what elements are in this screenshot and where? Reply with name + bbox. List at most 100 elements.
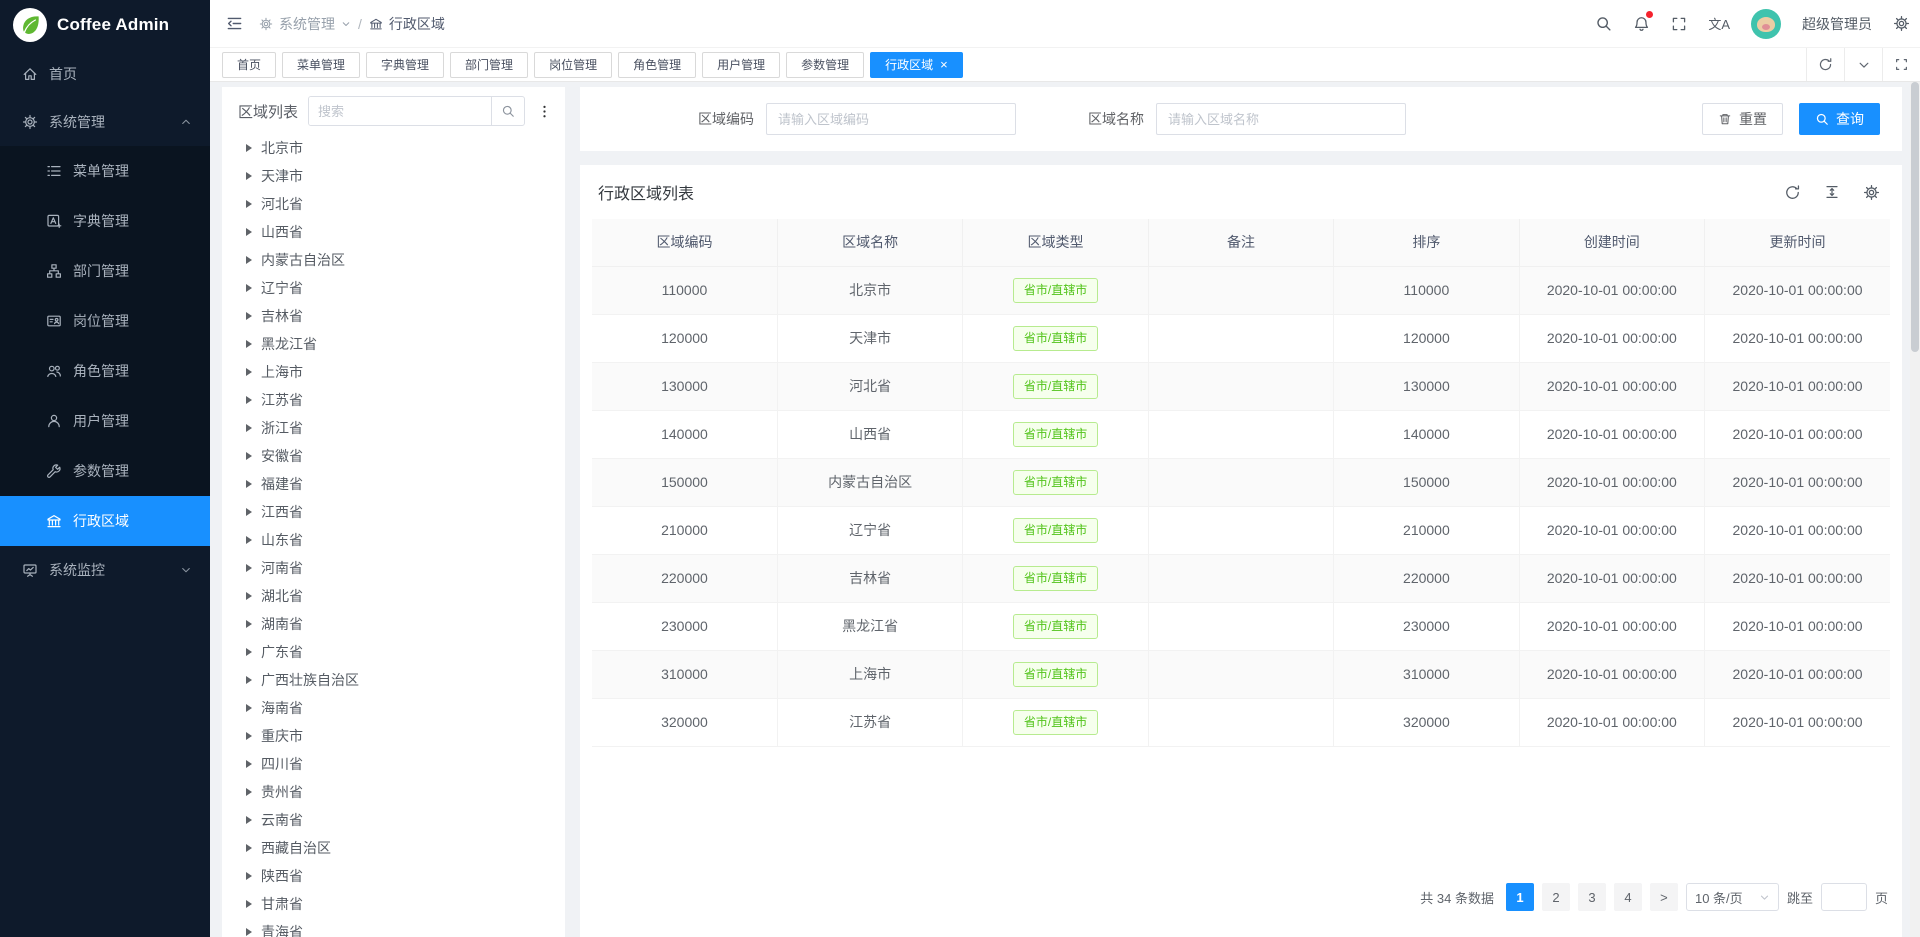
page-button[interactable]: 4 — [1614, 883, 1642, 911]
breadcrumb-section[interactable]: 系统管理 — [259, 14, 351, 34]
caret-right-icon[interactable] — [246, 424, 252, 432]
caret-right-icon[interactable] — [246, 844, 252, 852]
caret-right-icon[interactable] — [246, 228, 252, 236]
tree-item[interactable]: 辽宁省 — [222, 274, 565, 302]
line-height-icon[interactable] — [1824, 184, 1840, 200]
tree-item[interactable]: 江西省 — [222, 498, 565, 526]
table-row[interactable]: 110000 北京市 省市/直辖市 110000 2020-10-01 00:0… — [592, 266, 1890, 314]
sidebar-item-system[interactable]: 系统管理 — [0, 98, 210, 146]
tree-item[interactable]: 天津市 — [222, 162, 565, 190]
refresh-icon[interactable] — [1806, 48, 1844, 81]
gear-icon[interactable] — [1863, 184, 1880, 201]
tree-item[interactable]: 河北省 — [222, 190, 565, 218]
scrollbar-track[interactable] — [1910, 82, 1920, 937]
reset-button[interactable]: 重置 — [1702, 103, 1783, 135]
fullscreen-icon[interactable] — [1671, 16, 1687, 32]
tree-item[interactable]: 内蒙古自治区 — [222, 246, 565, 274]
kebab-menu-icon[interactable] — [535, 104, 553, 119]
tab[interactable]: 参数管理 — [786, 52, 864, 78]
tree-item[interactable]: 四川省 — [222, 750, 565, 778]
caret-right-icon[interactable] — [246, 564, 252, 572]
tab-active[interactable]: 行政区域 × — [870, 52, 963, 78]
table-row[interactable]: 150000 内蒙古自治区 省市/直辖市 150000 2020-10-01 0… — [592, 458, 1890, 506]
caret-right-icon[interactable] — [246, 200, 252, 208]
caret-right-icon[interactable] — [246, 536, 252, 544]
tree-item[interactable]: 贵州省 — [222, 778, 565, 806]
table-row[interactable]: 310000 上海市 省市/直辖市 310000 2020-10-01 00:0… — [592, 650, 1890, 698]
maximize-icon[interactable] — [1882, 48, 1920, 81]
tree-item[interactable]: 青海省 — [222, 918, 565, 937]
caret-right-icon[interactable] — [246, 620, 252, 628]
caret-right-icon[interactable] — [246, 788, 252, 796]
tree-item[interactable]: 湖北省 — [222, 582, 565, 610]
caret-right-icon[interactable] — [246, 368, 252, 376]
tree-item[interactable]: 重庆市 — [222, 722, 565, 750]
translate-icon[interactable]: 文A — [1708, 14, 1730, 33]
caret-right-icon[interactable] — [246, 928, 252, 936]
caret-right-icon[interactable] — [246, 396, 252, 404]
caret-right-icon[interactable] — [246, 340, 252, 348]
tree-item[interactable]: 江苏省 — [222, 386, 565, 414]
tree-item[interactable]: 吉林省 — [222, 302, 565, 330]
refresh-icon[interactable] — [1784, 184, 1801, 201]
tree-item[interactable]: 湖南省 — [222, 610, 565, 638]
caret-right-icon[interactable] — [246, 872, 252, 880]
search-icon[interactable] — [491, 97, 524, 125]
sidebar-item-menu-mgmt[interactable]: 菜单管理 — [0, 146, 210, 196]
table-row[interactable]: 220000 吉林省 省市/直辖市 220000 2020-10-01 00:0… — [592, 554, 1890, 602]
tab[interactable]: 首页 — [222, 52, 276, 78]
caret-right-icon[interactable] — [246, 284, 252, 292]
sidebar-item-region[interactable]: 行政区域 — [0, 496, 210, 546]
caret-right-icon[interactable] — [246, 900, 252, 908]
tree-item[interactable]: 海南省 — [222, 694, 565, 722]
caret-right-icon[interactable] — [246, 256, 252, 264]
caret-right-icon[interactable] — [246, 704, 252, 712]
sidebar-item-post-mgmt[interactable]: 岗位管理 — [0, 296, 210, 346]
tree-item[interactable]: 上海市 — [222, 358, 565, 386]
tree-item[interactable]: 广东省 — [222, 638, 565, 666]
tab[interactable]: 用户管理 — [702, 52, 780, 78]
caret-right-icon[interactable] — [246, 592, 252, 600]
tab[interactable]: 角色管理 — [618, 52, 696, 78]
tree-item[interactable]: 甘肃省 — [222, 890, 565, 918]
tree-item[interactable]: 陕西省 — [222, 862, 565, 890]
sidebar-item-dept-mgmt[interactable]: 部门管理 — [0, 246, 210, 296]
avatar[interactable] — [1751, 9, 1781, 39]
chevron-down-icon[interactable] — [1844, 48, 1882, 81]
user-name[interactable]: 超级管理员 — [1802, 14, 1872, 34]
page-button[interactable]: 2 — [1542, 883, 1570, 911]
caret-right-icon[interactable] — [246, 816, 252, 824]
search-icon[interactable] — [1595, 15, 1612, 32]
table-row[interactable]: 210000 辽宁省 省市/直辖市 210000 2020-10-01 00:0… — [592, 506, 1890, 554]
tree-item[interactable]: 北京市 — [222, 134, 565, 162]
tab[interactable]: 菜单管理 — [282, 52, 360, 78]
tree-item[interactable]: 黑龙江省 — [222, 330, 565, 358]
table-row[interactable]: 320000 江苏省 省市/直辖市 320000 2020-10-01 00:0… — [592, 698, 1890, 746]
sidebar-item-monitor[interactable]: 系统监控 — [0, 546, 210, 594]
sidebar-item-dict-mgmt[interactable]: 字典管理 — [0, 196, 210, 246]
table-row[interactable]: 230000 黑龙江省 省市/直辖市 230000 2020-10-01 00:… — [592, 602, 1890, 650]
tree-search-input[interactable] — [309, 97, 491, 125]
caret-right-icon[interactable] — [246, 676, 252, 684]
sidebar-item-role-mgmt[interactable]: 角色管理 — [0, 346, 210, 396]
caret-right-icon[interactable] — [246, 732, 252, 740]
table-row[interactable]: 120000 天津市 省市/直辖市 120000 2020-10-01 00:0… — [592, 314, 1890, 362]
tree-item[interactable]: 福建省 — [222, 470, 565, 498]
table-row[interactable]: 130000 河北省 省市/直辖市 130000 2020-10-01 00:0… — [592, 362, 1890, 410]
settings-gear-icon[interactable] — [1893, 15, 1910, 32]
tree-item[interactable]: 安徽省 — [222, 442, 565, 470]
caret-right-icon[interactable] — [246, 172, 252, 180]
next-page-button[interactable]: > — [1650, 883, 1678, 911]
sidebar-item-param-mgmt[interactable]: 参数管理 — [0, 446, 210, 496]
sidebar-item-user-mgmt[interactable]: 用户管理 — [0, 396, 210, 446]
sidebar-item-home[interactable]: 首页 — [0, 50, 210, 98]
region-code-input[interactable] — [766, 103, 1016, 135]
scrollbar-thumb[interactable] — [1911, 82, 1919, 352]
table-row[interactable]: 140000 山西省 省市/直辖市 140000 2020-10-01 00:0… — [592, 410, 1890, 458]
tree-item[interactable]: 山东省 — [222, 526, 565, 554]
tab[interactable]: 部门管理 — [450, 52, 528, 78]
close-icon[interactable]: × — [940, 58, 948, 71]
tree-item[interactable]: 山西省 — [222, 218, 565, 246]
caret-right-icon[interactable] — [246, 452, 252, 460]
caret-right-icon[interactable] — [246, 312, 252, 320]
